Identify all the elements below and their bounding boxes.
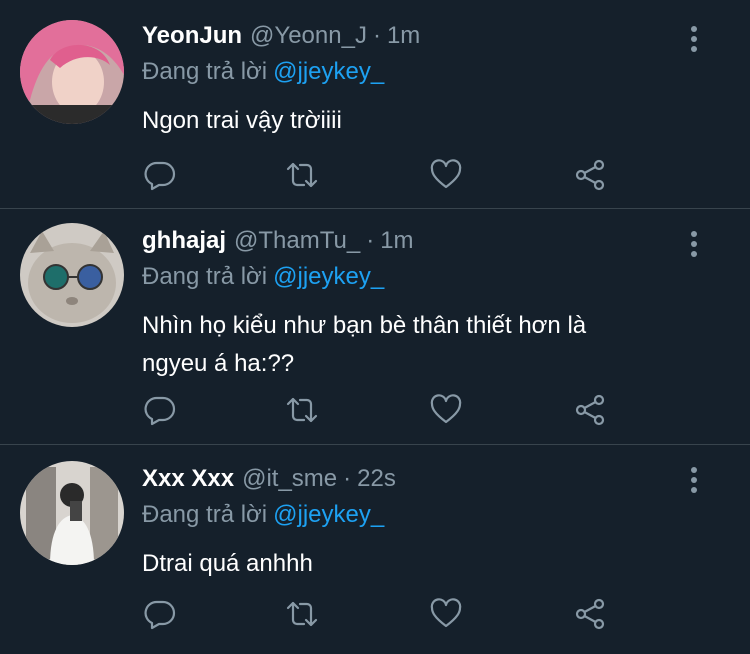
tweet-header: Xxx Xxx @it_sme · 22s (142, 465, 690, 499)
avatar[interactable] (20, 223, 124, 327)
more-dot-icon (691, 26, 697, 32)
separator-dot: · (366, 227, 375, 254)
reply-icon (144, 600, 176, 630)
user-handle[interactable]: @ThamTu_ (234, 227, 360, 255)
timestamp[interactable]: 1m (380, 227, 413, 255)
avatar-pink-hair-icon (20, 20, 124, 124)
like-button[interactable] (428, 392, 464, 428)
display-name[interactable]: ghhajaj (142, 227, 226, 255)
retweet-icon (286, 162, 318, 188)
display-name[interactable]: YeonJun (142, 22, 242, 50)
tweet-text: Nhìn họ kiểu như bạn bè thân thiết hơn l… (142, 307, 690, 383)
user-handle[interactable]: @it_sme (242, 465, 337, 493)
replying-to: Đang trả lời @jjeykey_ (142, 501, 690, 535)
more-options-button[interactable] (682, 22, 706, 56)
like-button[interactable] (428, 596, 464, 632)
share-icon (575, 159, 605, 191)
more-dot-icon (691, 477, 697, 483)
tweet-text: Ngon trai vậy trờiiii (142, 107, 342, 134)
like-icon (430, 394, 462, 424)
more-dot-icon (691, 241, 697, 247)
replying-to-label: Đang trả lời (142, 501, 268, 528)
retweet-icon (286, 397, 318, 423)
reply-tweet[interactable]: YeonJun @Yeonn_J · 1m Đang trả lời @jjeyk… (0, 0, 750, 209)
replying-to-label: Đang trả lời (142, 263, 268, 290)
avatar-mirror-selfie-icon (20, 461, 124, 565)
more-dot-icon (691, 46, 697, 52)
tweet-text: Dtrai quá anhhh (142, 550, 313, 577)
avatar[interactable] (20, 461, 124, 565)
tweet-text-line: Nhìn họ kiểu như bạn bè thân thiết hơn l… (142, 312, 587, 339)
reply-button[interactable] (142, 157, 178, 193)
replying-to: Đang trả lời @jjeykey_ (142, 58, 690, 92)
timestamp[interactable]: 22s (357, 465, 396, 493)
timestamp[interactable]: 1m (387, 22, 420, 50)
share-button[interactable] (572, 157, 608, 193)
replies-feed: YeonJun @Yeonn_J · 1m Đang trả lời @jjeyk… (0, 0, 750, 654)
reply-icon (144, 161, 176, 191)
like-icon (430, 598, 462, 628)
tweet-actions (142, 157, 612, 193)
more-dot-icon (691, 251, 697, 257)
display-name[interactable]: Xxx Xxx (142, 465, 234, 493)
separator-dot: · (372, 22, 381, 49)
like-icon (430, 159, 462, 189)
separator-dot: · (343, 465, 352, 492)
avatar-cat-sunglasses-icon (20, 223, 124, 327)
replying-to-label: Đang trả lời (142, 58, 268, 85)
retweet-button[interactable] (284, 392, 320, 428)
retweet-icon (286, 601, 318, 627)
share-icon (575, 598, 605, 630)
more-dot-icon (691, 467, 697, 473)
like-button[interactable] (428, 157, 464, 193)
more-options-button[interactable] (682, 463, 706, 497)
more-dot-icon (691, 231, 697, 237)
retweet-button[interactable] (284, 596, 320, 632)
reply-tweet[interactable]: ghhajaj @ThamTu_ · 1m Đang trả lời @jjeyk… (0, 209, 750, 445)
replying-to-mention[interactable]: @jjeykey_ (273, 263, 384, 290)
more-dot-icon (691, 36, 697, 42)
reply-icon (144, 396, 176, 426)
tweet-header: YeonJun @Yeonn_J · 1m (142, 22, 690, 56)
share-button[interactable] (572, 392, 608, 428)
avatar[interactable] (20, 20, 124, 124)
tweet-header: ghhajaj @ThamTu_ · 1m (142, 227, 690, 261)
tweet-actions (142, 392, 612, 428)
more-options-button[interactable] (682, 227, 706, 261)
tweet-text-line: ngyeu á ha:?? (142, 350, 295, 377)
replying-to-mention[interactable]: @jjeykey_ (273, 58, 384, 85)
reply-tweet[interactable]: Xxx Xxx @it_sme · 22s Đang trả lời @jjeyk… (0, 445, 750, 654)
replying-to-mention[interactable]: @jjeykey_ (273, 501, 384, 528)
more-dot-icon (691, 487, 697, 493)
reply-button[interactable] (142, 596, 178, 632)
replying-to: Đang trả lời @jjeykey_ (142, 263, 690, 297)
tweet-actions (142, 596, 612, 632)
user-handle[interactable]: @Yeonn_J (250, 22, 367, 50)
retweet-button[interactable] (284, 157, 320, 193)
share-icon (575, 394, 605, 426)
share-button[interactable] (572, 596, 608, 632)
reply-button[interactable] (142, 392, 178, 428)
